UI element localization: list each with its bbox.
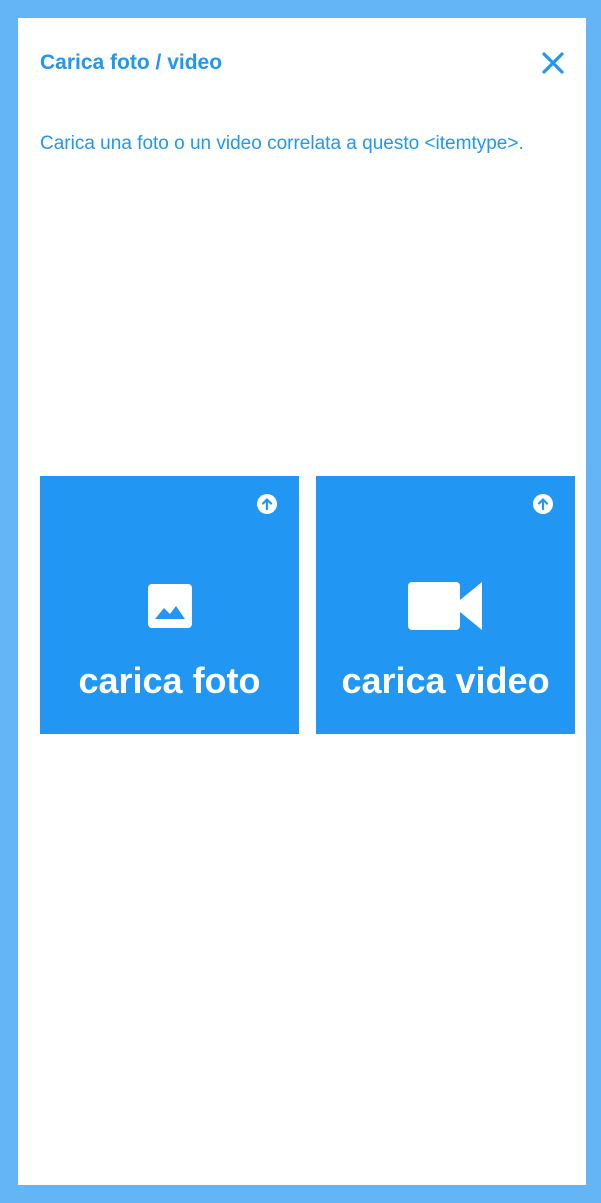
upload-photo-button[interactable]: carica foto <box>40 476 299 734</box>
image-icon <box>147 584 192 628</box>
dialog-title: Carica foto / video <box>40 51 223 74</box>
upload-video-button[interactable]: carica video <box>316 476 575 734</box>
close-icon <box>542 52 564 74</box>
videocam-icon <box>407 582 482 630</box>
upload-arrow-icon <box>533 494 553 514</box>
upload-video-label: carica video <box>341 660 550 701</box>
close-button[interactable] <box>536 46 570 80</box>
upload-photo-label: carica foto <box>78 660 261 701</box>
upload-arrow-icon <box>257 494 277 514</box>
dialog-description: Carica una foto o un video correlata a q… <box>40 133 524 154</box>
upload-dialog: Carica foto / video Carica una foto o un… <box>0 0 601 1203</box>
dialog-header: Carica foto / video <box>40 46 570 86</box>
